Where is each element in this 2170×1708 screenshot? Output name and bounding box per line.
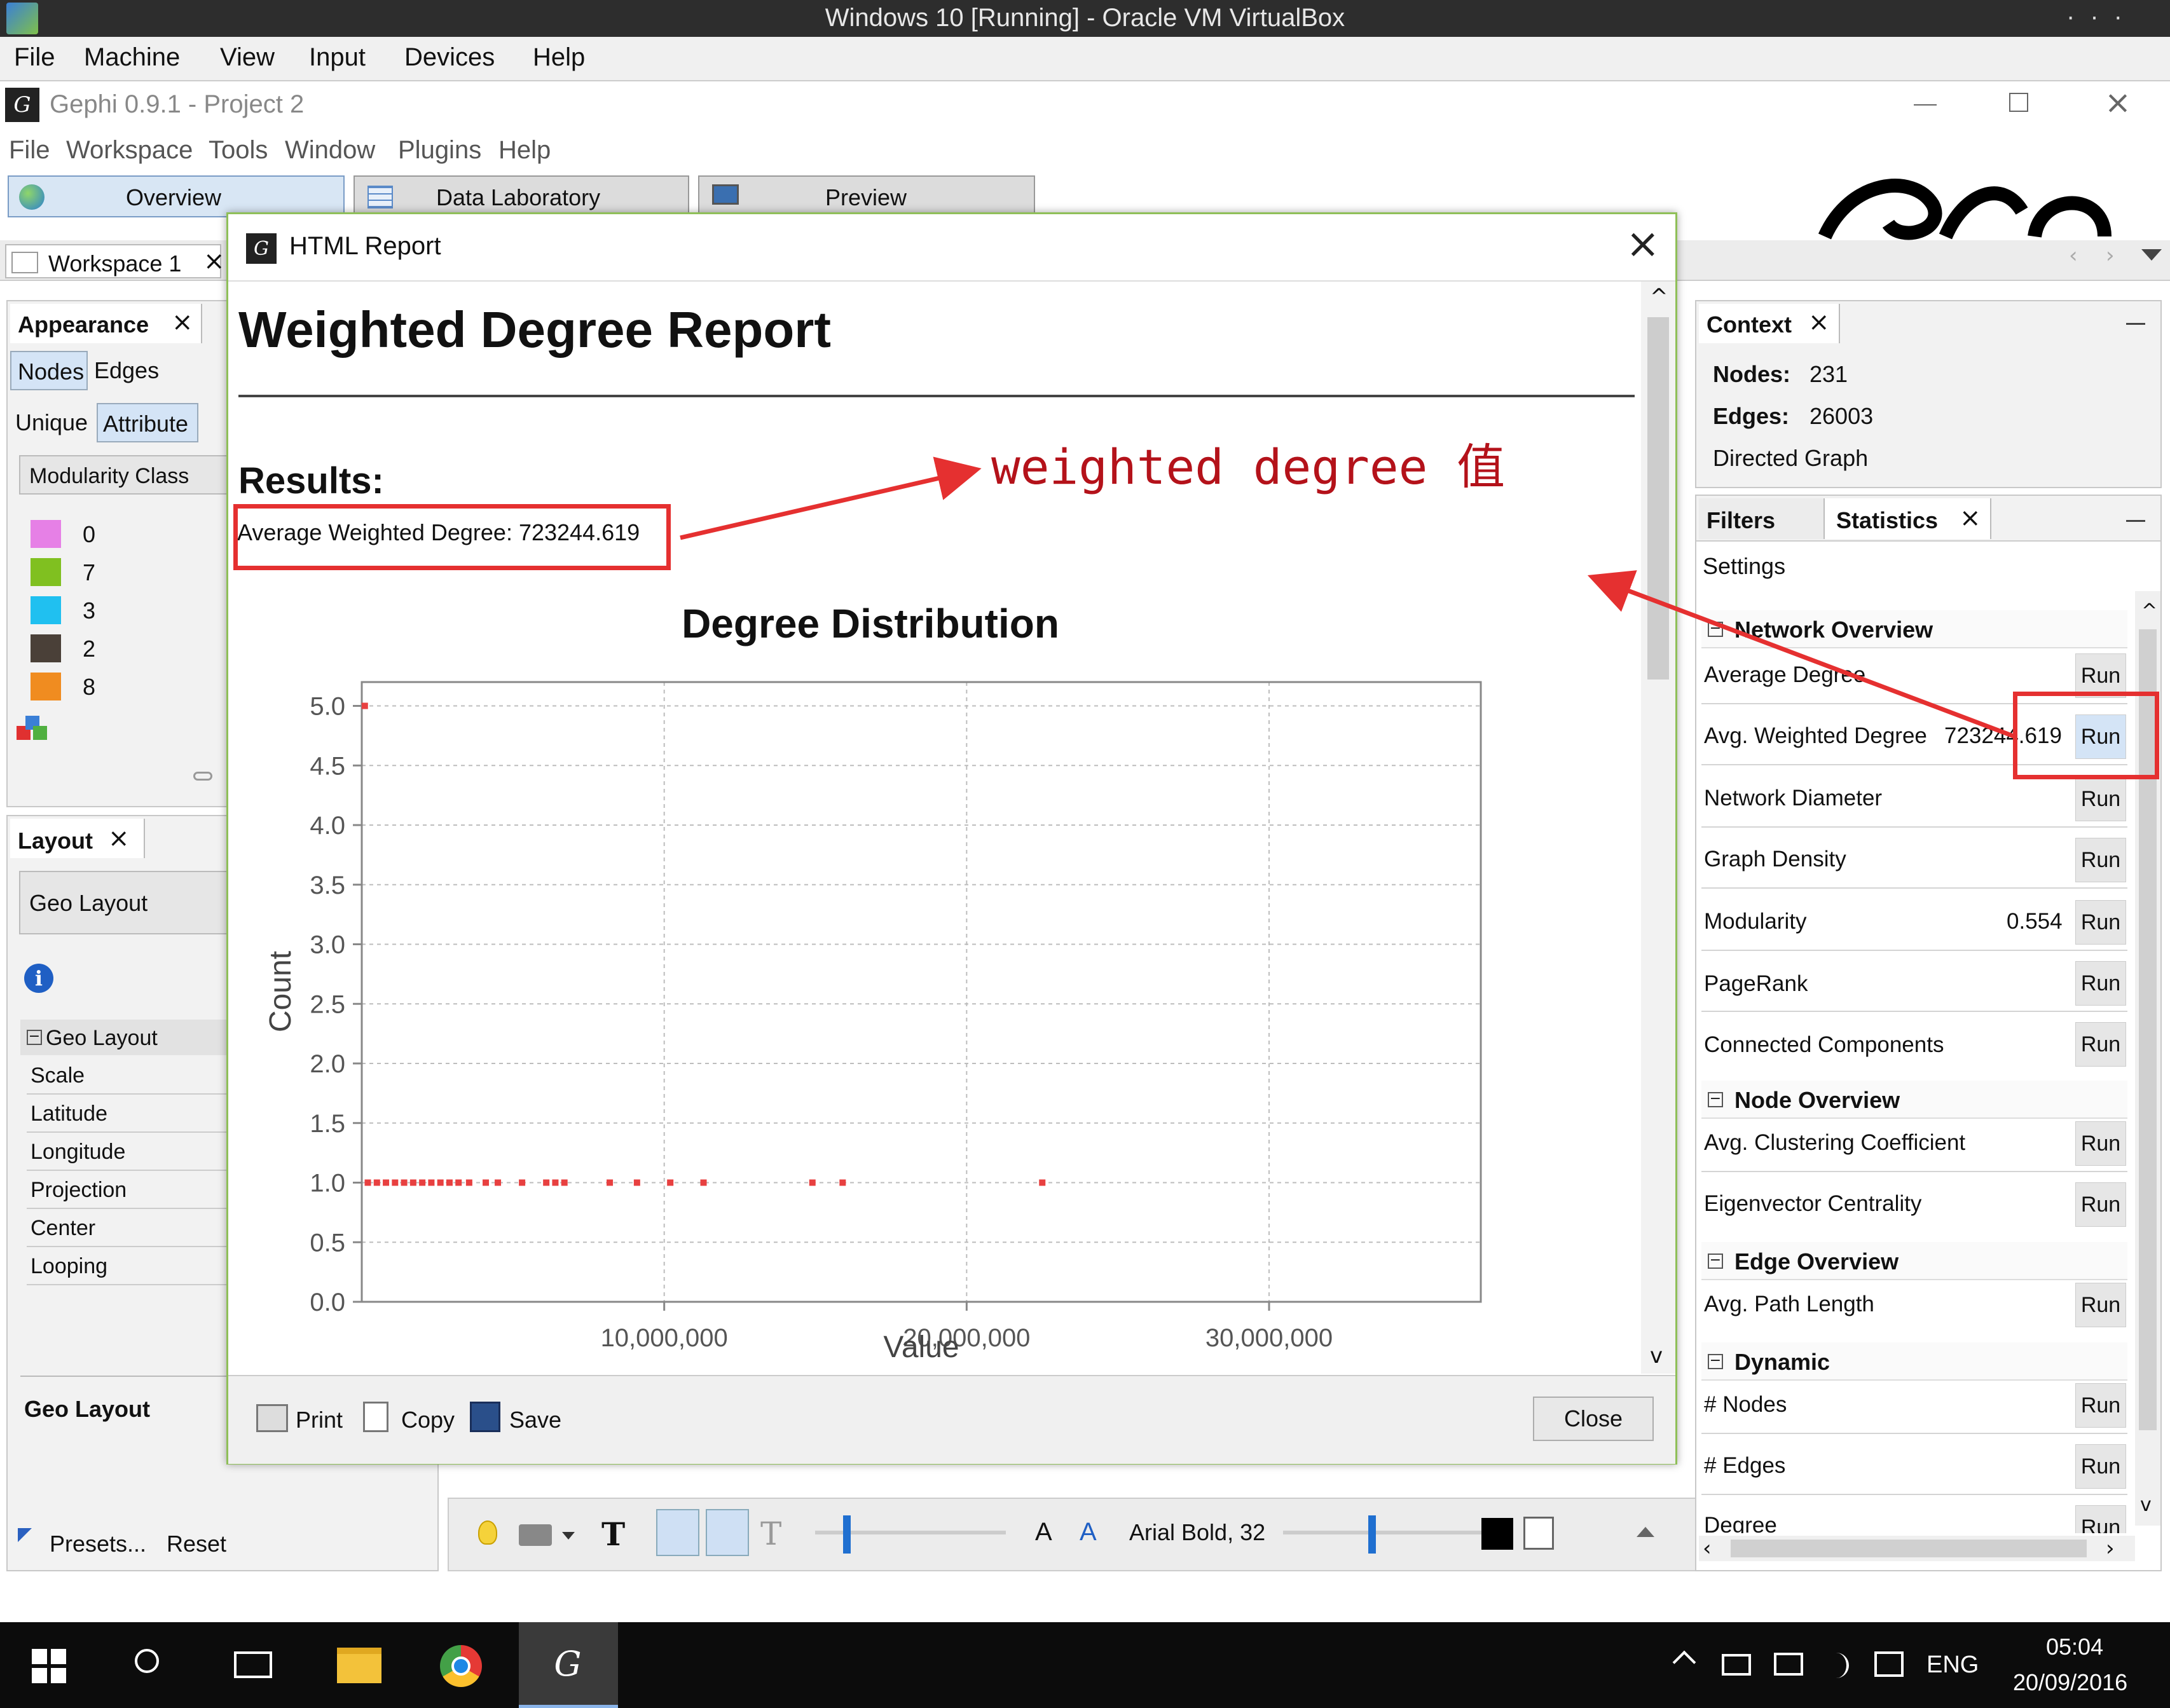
- gephi-taskbar-icon[interactable]: G: [519, 1622, 618, 1708]
- tray-language[interactable]: ENG: [1926, 1651, 1979, 1679]
- task-view-icon[interactable]: [234, 1651, 272, 1678]
- tray-notification-icon[interactable]: [1874, 1651, 1904, 1677]
- arrow-to-annotation: [680, 456, 982, 540]
- tray-volume-icon[interactable]: [1823, 1653, 1849, 1678]
- tray-date[interactable]: 20/09/2016: [2013, 1669, 2127, 1696]
- annotation-arrows: [680, 456, 2018, 740]
- arrow-from-stats: [1587, 570, 2018, 740]
- chrome-icon[interactable]: [440, 1645, 482, 1687]
- tray-time[interactable]: 05:04: [2046, 1634, 2103, 1660]
- start-icon[interactable]: [32, 1649, 67, 1684]
- taskbar: G ENG 05:04 20/09/2016: [0, 1622, 2170, 1708]
- tray-network-icon[interactable]: [1722, 1654, 1751, 1676]
- tray-chevron-icon[interactable]: [1672, 1650, 1696, 1674]
- tray-display-icon[interactable]: [1774, 1653, 1803, 1676]
- file-explorer-icon[interactable]: [337, 1648, 381, 1683]
- search-icon[interactable]: [135, 1649, 159, 1673]
